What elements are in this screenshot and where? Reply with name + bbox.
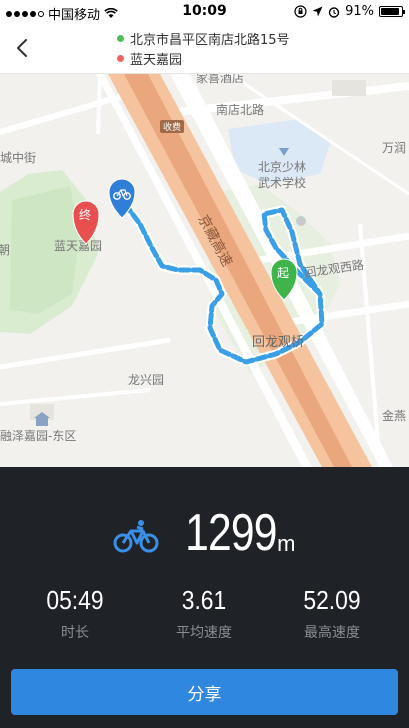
map-label-jiaxi: 家喜酒店 [196, 74, 244, 85]
end-address-text: 蓝天嘉园 [130, 53, 183, 68]
road [96, 74, 102, 135]
stat-avg-speed-value: 3.61 [181, 585, 227, 615]
route-header: 北京市昌平区南店北路15号 蓝天嘉园 [0, 22, 409, 74]
start-dot-icon [117, 35, 124, 42]
back-button[interactable] [8, 32, 38, 64]
location-icon [312, 6, 323, 17]
water-area [228, 119, 330, 184]
battery-icon [379, 6, 405, 17]
stats-row: 05:49 时长 3.61 平均速度 52.09 最高速度 [0, 585, 409, 645]
share-button[interactable]: 分享 [11, 669, 398, 715]
map-label-longxing: 龙兴园 [128, 373, 164, 387]
road [0, 388, 151, 406]
map-label-chengzhong: 城中街 [0, 150, 36, 165]
stat-duration-label: 时长 [61, 625, 89, 641]
map-label-school-1: 北京少林 [258, 160, 306, 174]
map-label-school-2: 武术学校 [258, 175, 306, 190]
distance-unit: m [277, 531, 296, 556]
stat-max-speed-label: 最高速度 [304, 625, 360, 641]
status-right: 91% [294, 4, 405, 19]
start-address: 北京市昌平区南店北路15号 [117, 29, 290, 48]
map-label-rongze: 融泽嘉园-东区 [0, 429, 76, 443]
rotation-lock-icon [294, 5, 307, 18]
stat-avg-speed-label: 平均速度 [176, 625, 232, 641]
stat-max-speed-value: 52.09 [303, 585, 361, 615]
start-marker-label: 起 [277, 266, 289, 280]
route-map[interactable]: 家喜酒店 南店北路 北京少林 武术学校 万润 城中街 蓝天嘉园 龙兴园 融泽嘉园… [0, 74, 409, 467]
chevron-left-icon [17, 39, 27, 57]
end-dot-icon [117, 55, 124, 62]
alarm-icon [328, 6, 340, 18]
end-marker-label: 终 [79, 207, 91, 222]
stat-duration: 05:49 时长 [15, 585, 135, 642]
bicycle-icon [113, 520, 159, 553]
stat-duration-value: 05:49 [46, 585, 104, 615]
poi-icon [296, 216, 306, 226]
building [332, 80, 366, 96]
distance-value: 1299 [185, 504, 278, 562]
ride-summary-panel: 1299 m 05:49 时长 3.61 平均速度 52.09 最高速度 分享 [0, 467, 409, 728]
toll-label: 收费 [163, 121, 181, 133]
status-bar: 中国移动 10:09 91% [0, 0, 409, 23]
stat-avg-speed: 3.61 平均速度 [144, 585, 264, 642]
end-address: 蓝天嘉园 [117, 49, 182, 68]
map-label-lantian: 蓝天嘉园 [54, 239, 102, 253]
stat-max-speed: 52.09 最高速度 [272, 585, 392, 642]
distance-row: 1299 m [0, 507, 409, 559]
road [0, 337, 171, 370]
start-address-text: 北京市昌平区南店北路15号 [130, 33, 290, 48]
map-label-wanrun: 万润 [382, 141, 406, 155]
map-label-jinyan: 金燕 [382, 408, 406, 423]
map-label-zhao: 朝 [0, 243, 10, 257]
map-label-nandian: 南店北路 [216, 102, 264, 117]
map-label-bridge: 回龙观桥 [252, 335, 304, 350]
map-canvas: 家喜酒店 南店北路 北京少林 武术学校 万润 城中街 蓝天嘉园 龙兴园 融泽嘉园… [0, 74, 409, 467]
battery-percent: 91% [345, 4, 374, 19]
